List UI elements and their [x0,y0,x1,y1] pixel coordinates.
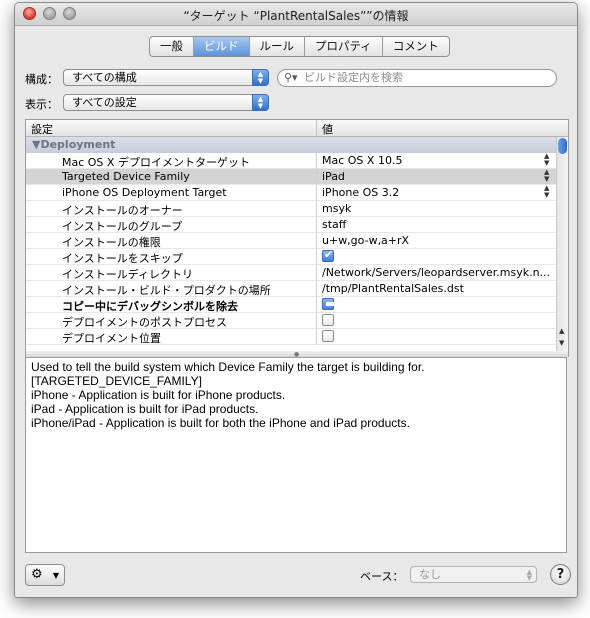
strip-debug-symbols-checkbox[interactable]: ▬ [322,297,336,310]
cell-divider [316,169,317,185]
cell-divider [316,281,317,297]
search-icon: ⚲▾ [284,71,298,84]
setting-name: Mac OS X デプロイメントターゲット [62,156,250,169]
setting-value[interactable]: u+w,go-w,a+rX [322,234,552,247]
table-row[interactable]: インストールディレクトリ /Network/Servers/leopardser… [26,265,556,281]
column-header-value[interactable]: 値 [322,121,333,137]
table-row[interactable]: インストールの権限 u+w,go-w,a+rX [26,233,556,249]
setting-name: デプロイメントのポストプロセス [62,316,227,329]
setting-name: iPhone OS Deployment Target [62,186,227,199]
tab-general[interactable]: 一般 [150,37,194,56]
setting-value[interactable]: iPad [322,170,552,183]
tab-bar: 一般 ビルド ルール プロパティ コメント [149,36,450,57]
window-title: “ターゲット “PlantRentalSales””の情報 [183,9,409,23]
title-bar[interactable]: “ターゲット “PlantRentalSales””の情報 [15,3,577,26]
build-settings-table: 設定 値 ▼Deployment Mac OS X デプロイメントターゲット M… [25,119,569,353]
setting-name: インストールをスキップ [62,252,183,265]
table-row[interactable]: デプロイメントのポストプロセス [26,313,556,329]
cell-divider [316,313,317,329]
cell-divider [316,201,317,217]
description-line: iPhone/iPad - Application is built for b… [31,416,410,430]
show-value: すべての設定 [72,96,137,109]
table-scrollbar[interactable]: ▲ ▼ [556,137,568,352]
setting-description-panel: Used to tell the build system which Devi… [25,357,567,553]
setting-value[interactable]: iPhone OS 3.2 [322,186,552,199]
scrollbar-thumb[interactable] [558,138,567,154]
setting-name: インストールディレクトリ [62,268,194,281]
target-info-window: “ターゲット “PlantRentalSales””の情報 一般 ビルド ルール… [14,2,578,598]
setting-name: インストール・ビルド・プロダクトの場所 [62,284,271,297]
base-value: なし [419,568,441,581]
config-value: すべての構成 [72,71,137,84]
value-stepper-icon[interactable]: ▲ ▼ [544,185,549,199]
mixed-state-icon: ▬ [325,297,336,310]
setting-value[interactable]: staff [322,218,552,231]
tab-build[interactable]: ビルド [194,37,250,56]
table-row[interactable]: インストール・ビルド・プロダクトの場所 /tmp/PlantRentalSale… [26,281,556,297]
help-button[interactable]: ? [550,564,571,585]
setting-value[interactable]: msyk [322,202,552,215]
tab-rules[interactable]: ルール [250,37,305,56]
cell-divider [316,329,317,345]
cell-divider [316,265,317,281]
tab-comments[interactable]: コメント [383,37,449,56]
description-line: [TARGETED_DEVICE_FAMILY] [31,374,202,388]
group-label: ▼Deployment [32,138,116,151]
table-row-selected[interactable]: Targeted Device Family iPad ▲ ▼ [26,169,556,185]
action-menu-button[interactable]: ⚙ ▼ [25,564,65,586]
deployment-postprocessing-checkbox[interactable] [322,314,334,326]
setting-value[interactable]: /tmp/PlantRentalSales.dst [322,282,552,295]
cell-divider [316,233,317,249]
group-row-deployment[interactable]: ▼Deployment [26,137,556,153]
setting-name: インストールのオーナー [62,204,183,217]
tab-properties[interactable]: プロパティ [305,37,383,56]
setting-name: インストールの権限 [62,236,161,249]
table-row[interactable]: コピー中にデバッグシンボルを除去 ▬ [26,297,556,313]
description-line: Used to tell the build system which Devi… [31,360,425,374]
setting-name: Targeted Device Family [62,170,190,183]
table-row[interactable]: Mac OS X デプロイメントターゲット Mac OS X 10.5 ▲ ▼ [26,153,556,169]
popup-arrows-icon: ▲ ▼ [252,94,269,111]
scroll-down-arrow-icon[interactable]: ▼ [559,339,564,347]
table-header: 設定 値 [26,120,568,137]
cell-divider [316,217,317,233]
config-popup[interactable]: すべての構成 ▲ ▼ [63,69,269,86]
base-label: ベース： [360,570,404,583]
deployment-location-checkbox[interactable] [322,330,334,342]
popup-arrows-icon: ▲ ▼ [252,69,269,86]
base-configuration-popup[interactable]: なし ▲ ▼ [410,566,537,583]
column-header-setting[interactable]: 設定 [31,121,53,137]
setting-name: デプロイメント位置 [62,332,161,345]
description-line: iPad - Application is built for iPad pro… [31,402,259,416]
value-stepper-icon[interactable]: ▲ ▼ [544,153,549,167]
gear-icon: ⚙ [31,567,43,582]
config-label: 構成： [25,73,58,86]
cell-divider [316,153,317,169]
table-row[interactable]: インストールのグループ staff [26,217,556,233]
checkmark-icon: ✔ [324,248,334,261]
popup-arrows-icon: ▲ ▼ [526,568,532,582]
table-row[interactable]: iPhone OS Deployment Target iPhone OS 3.… [26,185,556,201]
cell-divider [316,297,317,313]
table-row[interactable]: インストールをスキップ ✔ [26,248,556,265]
setting-value[interactable]: Mac OS X 10.5 [322,154,552,167]
column-divider[interactable] [316,120,317,136]
setting-name: インストールのグループ [62,220,183,233]
cell-divider [316,249,317,265]
scroll-up-arrow-icon[interactable]: ▲ [559,327,564,335]
table-row[interactable]: デプロイメント位置 [26,329,556,345]
show-popup[interactable]: すべての設定 ▲ ▼ [63,94,269,111]
description-line: iPhone - Application is built for iPhone… [31,388,286,402]
build-setting-search-field[interactable]: ⚲▾ ビルド設定内を検索 [277,69,557,87]
cell-divider [316,185,317,201]
skip-install-checkbox[interactable]: ✔ [322,248,334,262]
table-row[interactable]: インストールのオーナー msyk [26,201,556,217]
setting-value[interactable]: /Network/Servers/leopardserver.msyk.n... [322,266,552,279]
search-placeholder: ビルド設定内を検索 [304,71,403,84]
setting-name: コピー中にデバッグシンボルを除去 [62,300,238,313]
dropdown-arrow-icon: ▼ [52,571,59,580]
show-label: 表示： [25,98,58,111]
value-stepper-icon[interactable]: ▲ ▼ [544,169,549,183]
